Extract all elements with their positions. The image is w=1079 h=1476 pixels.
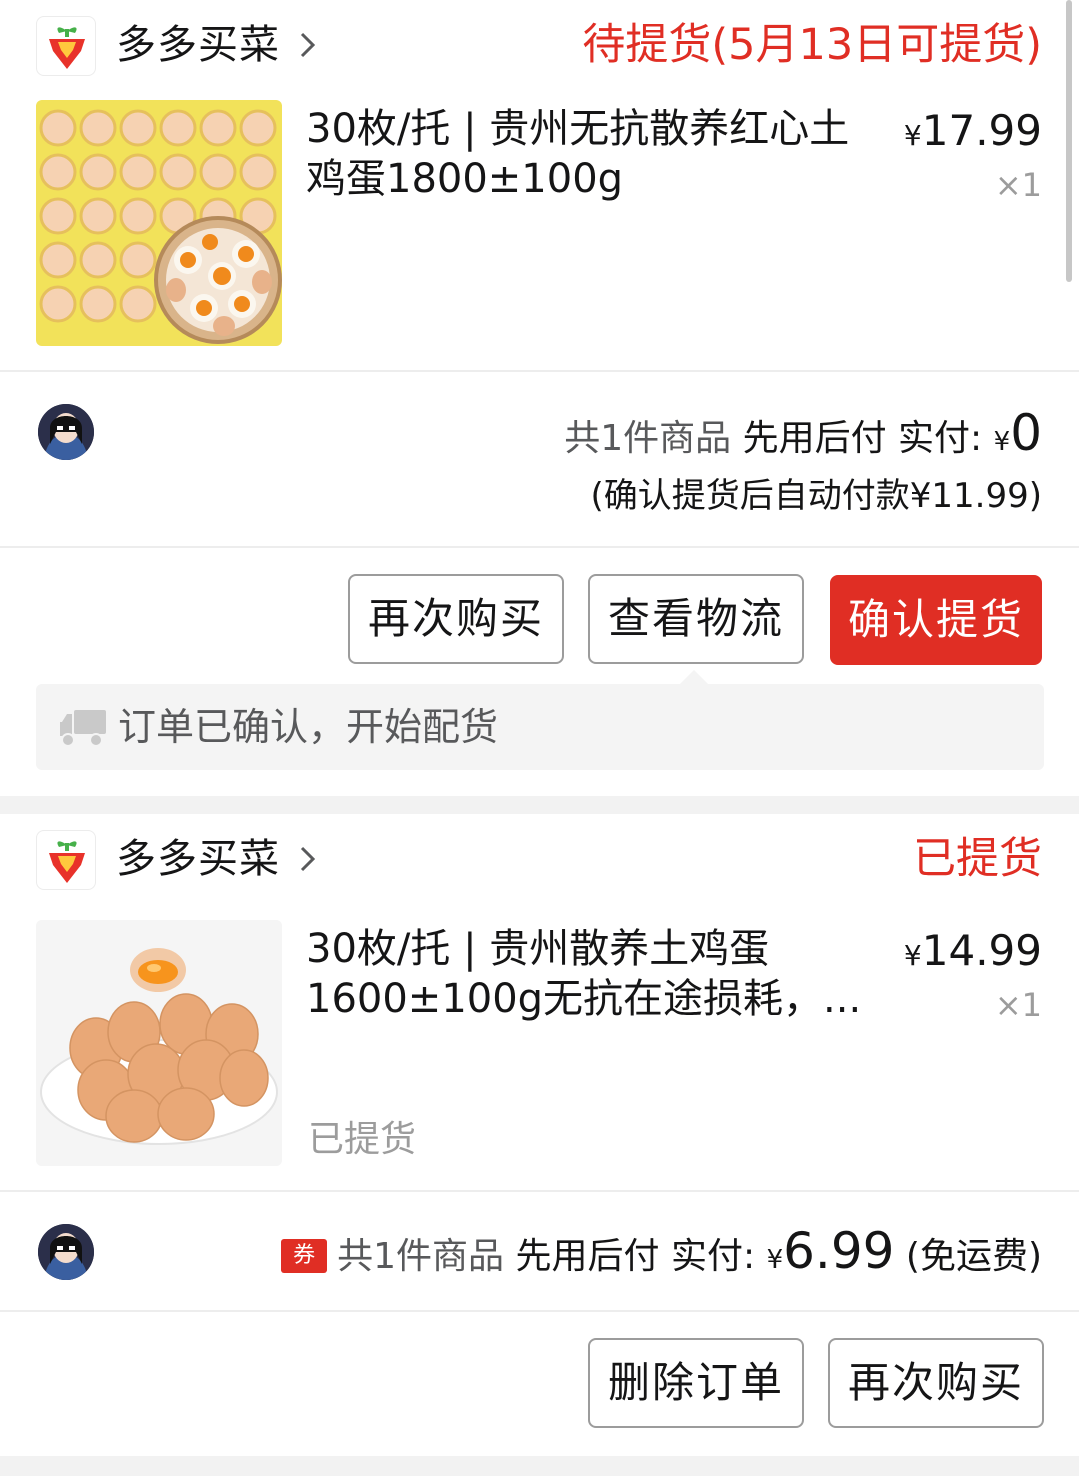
currency-symbol: ¥ — [903, 939, 922, 972]
product-quantity: ×1 — [994, 986, 1042, 1024]
delete-order-button[interactable]: 删除订单 — [588, 1338, 804, 1428]
store-logo-icon — [36, 16, 96, 76]
item-count: 共1件商品 — [564, 418, 732, 459]
divider — [0, 1310, 1079, 1312]
tooltip-pointer — [680, 670, 708, 684]
store-header[interactable]: 多多买菜 已提货 — [0, 814, 1079, 914]
logistics-status-bar[interactable]: 订单已确认，开始配货 — [36, 670, 1044, 770]
pay-later-label: 先用后付 — [742, 418, 887, 459]
truck-icon — [60, 710, 106, 747]
order-card: 多多买菜 待提货(5月13日可提货) 30枚/托 | 贵州无抗散养红心土鸡蛋18… — [0, 0, 1079, 796]
price-value: 17.99 — [921, 106, 1042, 155]
product-quantity: ×1 — [994, 166, 1042, 204]
buyer-avatar — [38, 1224, 94, 1280]
scrollbar[interactable] — [1066, 0, 1072, 282]
product-price: ¥17.99 — [904, 106, 1042, 161]
egg-bowl-image — [36, 920, 282, 1166]
product-image[interactable] — [36, 920, 282, 1166]
paid-amount: 6.99 — [783, 1222, 895, 1280]
buy-again-button[interactable]: 再次购买 — [828, 1338, 1044, 1428]
order-summary: 券共1件商品 先用后付 实付: ¥6.99 (免运费) — [281, 1222, 1042, 1280]
order-summary: 共1件商品 先用后付 实付: ¥0 — [564, 404, 1042, 462]
pay-later-label: 先用后付 — [515, 1236, 660, 1277]
egg-tray-image — [36, 100, 282, 346]
product-title[interactable]: 30枚/托 | 贵州无抗散养红心土鸡蛋1800±100g — [306, 104, 876, 204]
store-name: 多多买菜 — [116, 22, 280, 68]
product-image[interactable] — [36, 100, 282, 346]
divider — [0, 546, 1079, 548]
paid-label: 实付: — [670, 1236, 756, 1277]
product-title[interactable]: 30枚/托 | 贵州散养土鸡蛋1600±100g无抗在途损耗，... — [306, 924, 876, 1024]
divider — [0, 1190, 1079, 1192]
view-logistics-button[interactable]: 查看物流 — [588, 574, 804, 664]
logistics-text: 订单已确认，开始配货 — [118, 705, 499, 749]
paid-amount: 0 — [1010, 404, 1042, 462]
currency-symbol: ¥ — [993, 427, 1011, 457]
store-logo-icon — [36, 830, 96, 890]
order-card: 多多买菜 已提货 30枚/托 | 贵州散养土鸡蛋1600±100g无抗在途损耗，… — [0, 814, 1079, 1456]
picked-up-note: 已提货 — [308, 1119, 417, 1160]
buyer-avatar — [38, 404, 94, 460]
auto-pay-note: (确认提货后自动付款¥11.99) — [590, 476, 1043, 516]
product-price: ¥14.99 — [904, 926, 1042, 981]
store-name: 多多买菜 — [116, 836, 280, 882]
shipping-note: (免运费) — [905, 1236, 1042, 1277]
order-status: 待提货(5月13日可提货) — [582, 20, 1042, 70]
item-count: 共1件商品 — [337, 1236, 505, 1277]
order-status: 已提货 — [913, 834, 1042, 884]
paid-label: 实付: — [898, 418, 983, 459]
currency-symbol: ¥ — [766, 1245, 784, 1275]
buy-again-button[interactable]: 再次购买 — [348, 574, 564, 664]
chevron-right-icon — [300, 32, 316, 58]
divider — [0, 370, 1079, 372]
price-value: 14.99 — [921, 926, 1042, 975]
confirm-pickup-button[interactable]: 确认提货 — [830, 575, 1042, 665]
store-header[interactable]: 多多买菜 待提货(5月13日可提货) — [0, 0, 1079, 100]
chevron-right-icon — [300, 846, 316, 872]
coupon-icon: 券 — [281, 1239, 328, 1273]
currency-symbol: ¥ — [903, 119, 922, 152]
